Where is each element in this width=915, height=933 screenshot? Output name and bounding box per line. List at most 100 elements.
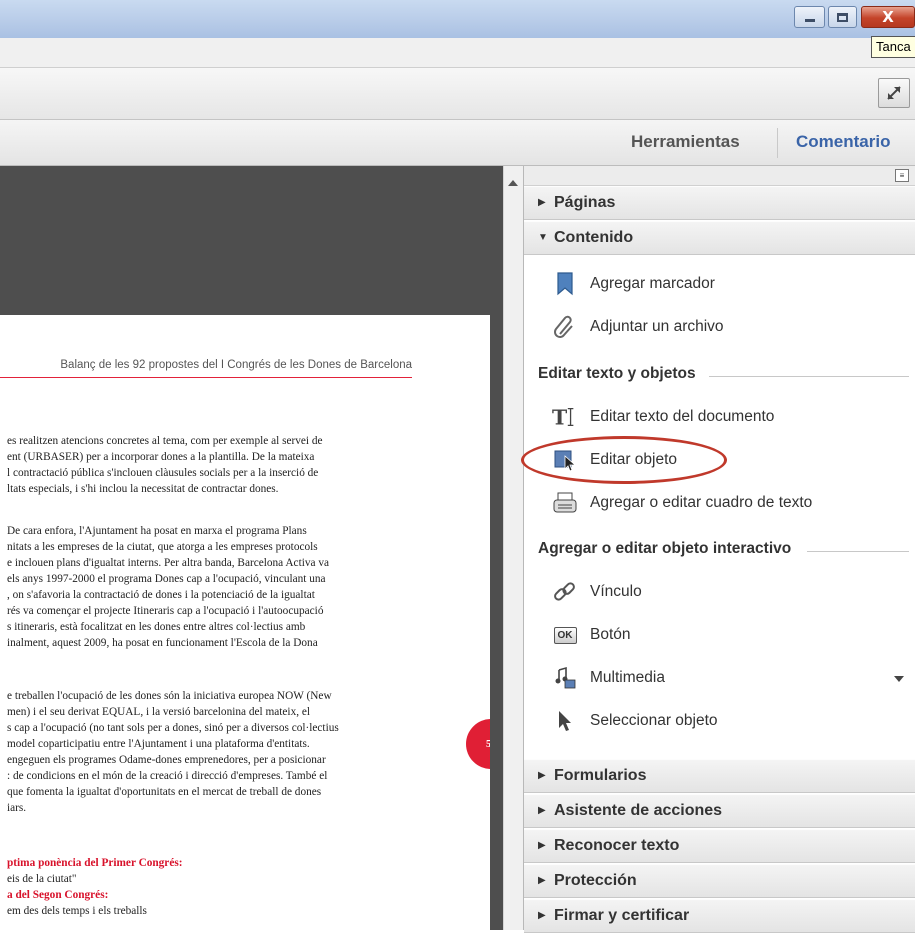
- chevron-down-icon[interactable]: [894, 676, 904, 682]
- text-line: : de condicions en el món de la creació …: [7, 770, 328, 782]
- restore-button[interactable]: [828, 6, 857, 28]
- text-line: es realitzen atencions concretes al tema…: [7, 435, 323, 447]
- item-label: Seleccionar objeto: [590, 712, 718, 729]
- tab-divider: [777, 128, 778, 158]
- item-label: Botón: [590, 626, 631, 643]
- text-line: De cara enfora, l'Ajuntament ha posat en…: [7, 525, 307, 537]
- section-label: Páginas: [554, 194, 616, 211]
- button-item[interactable]: OK Botón: [524, 616, 915, 656]
- item-label: Agregar marcador: [590, 275, 715, 292]
- text-line: eis de la ciutat": [7, 873, 77, 885]
- link-item[interactable]: Vínculo: [524, 573, 915, 613]
- section-label: Contenido: [554, 229, 634, 246]
- section-label: Reconocer texto: [554, 837, 680, 854]
- text-line: ltats especials, i s'hi inclou la necess…: [7, 483, 279, 495]
- text-line: , on s'afavoria la contractació de dones…: [7, 589, 315, 601]
- close-icon: X: [882, 8, 894, 26]
- paperclip-icon: [552, 314, 578, 340]
- add-bookmark-item[interactable]: Agregar marcador: [524, 265, 915, 305]
- section-label: Protección: [554, 872, 637, 889]
- text-line: rés va començar el projecte Itineraris c…: [7, 605, 324, 617]
- svg-text:T: T: [552, 405, 567, 429]
- link-icon: [552, 579, 578, 605]
- close-button[interactable]: X: [861, 6, 915, 28]
- section-firmar-certificar[interactable]: ▶ Firmar y certificar: [524, 899, 915, 933]
- minimize-icon: [804, 18, 815, 22]
- collapse-arrow-icon: ▼: [538, 232, 548, 243]
- document-scrollbar[interactable]: [503, 166, 523, 930]
- expand-arrow-icon: ▶: [538, 805, 546, 816]
- bookmark-icon: [552, 271, 578, 297]
- text-line: nitats a les empreses de la ciutat, que …: [7, 541, 318, 553]
- full-screen-button[interactable]: [878, 78, 910, 108]
- item-label: Adjuntar un archivo: [590, 318, 724, 335]
- menu-bar: [0, 38, 915, 68]
- section-paginas[interactable]: ▶ Páginas: [524, 186, 915, 220]
- select-object-item[interactable]: Seleccionar objeto: [524, 702, 915, 742]
- scroll-up-arrow-icon[interactable]: [508, 180, 518, 186]
- pane-header: ≡: [524, 166, 915, 186]
- congress-heading: a del Segon Congrés:: [7, 889, 109, 901]
- text-line: s itineraris, està focalitzat en les don…: [7, 621, 306, 633]
- text-line: s cap a l'ocupació (no tant sols per a d…: [7, 722, 339, 734]
- congress-notes: ptima ponència del Primer Congrés: eis d…: [7, 855, 412, 919]
- section-reconocer-texto[interactable]: ▶ Reconocer texto: [524, 829, 915, 863]
- edit-document-text-item[interactable]: T Editar texto del documento: [524, 398, 915, 438]
- text-line: que fomenta la igualtat d'oportunitats e…: [7, 786, 322, 798]
- tab-bar: Herramientas Comentario: [0, 120, 915, 166]
- ok-badge: OK: [553, 626, 577, 644]
- text-line: engeguen els programes Odame-dones empre…: [7, 754, 326, 766]
- attach-file-item[interactable]: Adjuntar un archivo: [524, 308, 915, 348]
- multimedia-icon: [552, 665, 578, 691]
- document-page: Balanç de les 92 propostes del I Congrés…: [0, 315, 490, 930]
- text-line: iars.: [7, 802, 27, 814]
- congress-heading: ptima ponència del Primer Congrés:: [7, 857, 183, 869]
- paragraph-1: es realitzen atencions concretes al tema…: [7, 433, 412, 497]
- section-proteccion[interactable]: ▶ Protección: [524, 864, 915, 898]
- text-line: men) i el seu derivat EQUAL, i la versió…: [7, 706, 311, 718]
- paragraph-2: De cara enfora, l'Ajuntament ha posat en…: [7, 523, 412, 651]
- tools-pane: ≡ ▶ Páginas ▼ Contenido Agregar marcador…: [523, 166, 915, 933]
- text-line: em des dels temps i els treballs: [7, 905, 147, 917]
- section-formularios[interactable]: ▶ Formularios: [524, 759, 915, 793]
- add-textbox-item[interactable]: Agregar o editar cuadro de texto: [524, 484, 915, 524]
- tab-comment[interactable]: Comentario: [796, 132, 890, 152]
- item-label: Agregar o editar cuadro de texto: [590, 494, 813, 511]
- expand-icon: [887, 86, 901, 100]
- text-line: els anys 1997-2000 el programa Dones cap…: [7, 573, 326, 585]
- section-label: Asistente de acciones: [554, 802, 723, 819]
- section-contenido[interactable]: ▼ Contenido: [524, 221, 915, 255]
- title-bar: X: [0, 0, 915, 38]
- text-line: model coparticipatiu entre l'Ajuntament …: [7, 738, 310, 750]
- text-line: e inclouen plans d'igualtat interns. Per…: [7, 557, 329, 569]
- group-divider: [709, 376, 909, 377]
- highlight-ellipse: [521, 436, 727, 484]
- close-tooltip: Tanca: [871, 36, 915, 58]
- section-label: Firmar y certificar: [554, 907, 690, 924]
- text-line: ent (URBASER) per a incorporar dones a l…: [7, 451, 315, 463]
- group-edit-heading: Editar texto y objetos: [538, 365, 696, 382]
- typewriter-icon: [552, 490, 578, 516]
- text-line: l contractació pública s'inclouen clàusu…: [7, 467, 319, 479]
- text-line: e treballen l'ocupació de les dones són …: [7, 690, 332, 702]
- section-label: Formularios: [554, 767, 647, 784]
- expand-arrow-icon: ▶: [538, 910, 546, 921]
- section-asistente-acciones[interactable]: ▶ Asistente de acciones: [524, 794, 915, 828]
- document-view[interactable]: Balanç de les 92 propostes del I Congrés…: [0, 166, 503, 930]
- expand-arrow-icon: ▶: [538, 840, 546, 851]
- minimize-button[interactable]: [794, 6, 825, 28]
- expand-arrow-icon: ▶: [538, 197, 546, 208]
- toolbar: [0, 68, 915, 120]
- button-ok-icon: OK: [552, 622, 578, 648]
- restore-icon: [837, 12, 848, 22]
- group-interactive-heading: Agregar o editar objeto interactivo: [538, 540, 792, 557]
- select-arrow-icon: [552, 708, 578, 734]
- page-number-badge: 51: [466, 719, 490, 769]
- multimedia-item[interactable]: Multimedia: [524, 659, 915, 699]
- tab-tools[interactable]: Herramientas: [631, 132, 740, 152]
- item-label: Editar texto del documento: [590, 408, 775, 425]
- expand-arrow-icon: ▶: [538, 875, 546, 886]
- expand-arrow-icon: ▶: [538, 770, 546, 781]
- pane-options-icon[interactable]: ≡: [895, 169, 909, 182]
- item-label: Vínculo: [590, 583, 642, 600]
